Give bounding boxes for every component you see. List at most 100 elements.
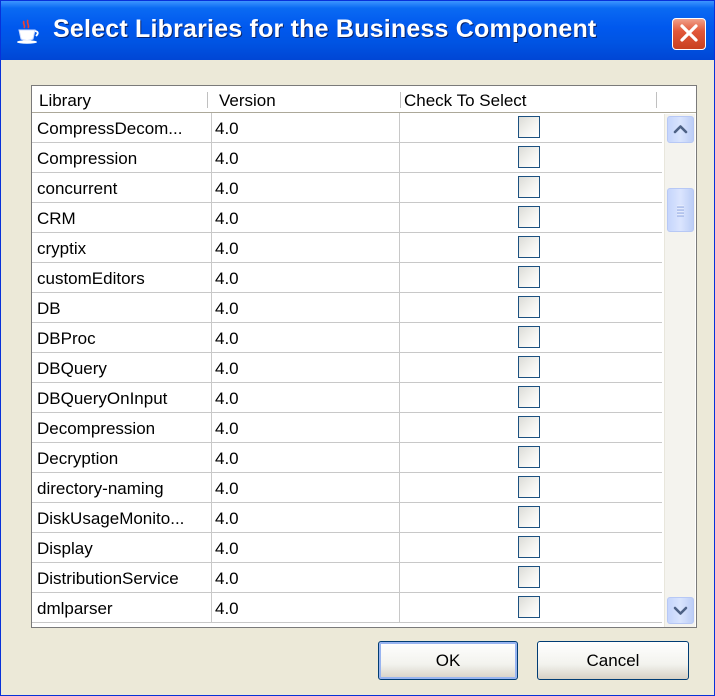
- version-cell[interactable]: 4.0: [212, 173, 400, 203]
- select-checkbox[interactable]: [518, 206, 540, 228]
- table-row[interactable]: Decryption 4.0: [32, 443, 662, 473]
- table-row[interactable]: DB 4.0: [32, 293, 662, 323]
- scroll-up-button[interactable]: [667, 116, 694, 143]
- select-checkbox[interactable]: [518, 356, 540, 378]
- select-checkbox[interactable]: [518, 146, 540, 168]
- table-row[interactable]: DiskUsageMonito... 4.0: [32, 503, 662, 533]
- check-cell[interactable]: [400, 533, 662, 563]
- version-cell[interactable]: 4.0: [212, 503, 400, 533]
- library-cell[interactable]: DistributionService: [32, 563, 212, 593]
- table-header: Library Version Check To Select: [32, 86, 696, 113]
- library-cell[interactable]: CRM: [32, 203, 212, 233]
- column-divider[interactable]: [207, 92, 208, 108]
- check-cell[interactable]: [400, 413, 662, 443]
- select-checkbox[interactable]: [518, 176, 540, 198]
- table-row[interactable]: concurrent 4.0: [32, 173, 662, 203]
- select-checkbox[interactable]: [518, 566, 540, 588]
- version-cell[interactable]: 4.0: [212, 413, 400, 443]
- select-checkbox[interactable]: [518, 326, 540, 348]
- select-checkbox[interactable]: [518, 236, 540, 258]
- check-cell[interactable]: [400, 473, 662, 503]
- table-row[interactable]: DBProc 4.0: [32, 323, 662, 353]
- version-cell[interactable]: 4.0: [212, 593, 400, 623]
- check-cell[interactable]: [400, 383, 662, 413]
- check-cell[interactable]: [400, 173, 662, 203]
- library-cell[interactable]: customEditors: [32, 263, 212, 293]
- version-cell[interactable]: 4.0: [212, 563, 400, 593]
- table-row[interactable]: Display 4.0: [32, 533, 662, 563]
- library-cell[interactable]: directory-naming: [32, 473, 212, 503]
- library-cell[interactable]: cryptix: [32, 233, 212, 263]
- cancel-button[interactable]: Cancel: [537, 641, 689, 680]
- table-row[interactable]: CRM 4.0: [32, 203, 662, 233]
- library-cell[interactable]: DiskUsageMonito...: [32, 503, 212, 533]
- version-cell[interactable]: 4.0: [212, 323, 400, 353]
- library-cell[interactable]: Compression: [32, 143, 212, 173]
- select-checkbox[interactable]: [518, 596, 540, 618]
- version-cell[interactable]: 4.0: [212, 353, 400, 383]
- version-cell[interactable]: 4.0: [212, 293, 400, 323]
- version-cell[interactable]: 4.0: [212, 383, 400, 413]
- select-checkbox[interactable]: [518, 476, 540, 498]
- close-button[interactable]: [672, 18, 706, 50]
- version-cell[interactable]: 4.0: [212, 533, 400, 563]
- check-cell[interactable]: [400, 503, 662, 533]
- table-row[interactable]: Compression 4.0: [32, 143, 662, 173]
- table-row[interactable]: CompressDecom... 4.0: [32, 113, 662, 143]
- title-bar[interactable]: Select Libraries for the Business Compon…: [1, 1, 714, 60]
- library-cell[interactable]: DBProc: [32, 323, 212, 353]
- select-checkbox[interactable]: [518, 446, 540, 468]
- check-cell[interactable]: [400, 443, 662, 473]
- select-checkbox[interactable]: [518, 296, 540, 318]
- check-cell[interactable]: [400, 113, 662, 143]
- column-header-library[interactable]: Library: [32, 86, 207, 112]
- column-divider[interactable]: [656, 92, 657, 108]
- check-cell[interactable]: [400, 323, 662, 353]
- version-cell[interactable]: 4.0: [212, 203, 400, 233]
- select-checkbox[interactable]: [518, 416, 540, 438]
- table-row[interactable]: directory-naming 4.0: [32, 473, 662, 503]
- library-cell[interactable]: Decompression: [32, 413, 212, 443]
- check-cell[interactable]: [400, 263, 662, 293]
- version-cell[interactable]: 4.0: [212, 143, 400, 173]
- library-cell[interactable]: Decryption: [32, 443, 212, 473]
- ok-button[interactable]: OK: [378, 641, 518, 680]
- scroll-down-button[interactable]: [667, 597, 694, 624]
- libraries-table: Library Version Check To Select Compress…: [31, 85, 697, 628]
- library-cell[interactable]: DB: [32, 293, 212, 323]
- check-cell[interactable]: [400, 293, 662, 323]
- select-checkbox[interactable]: [518, 506, 540, 528]
- column-header-check[interactable]: Check To Select: [400, 86, 656, 112]
- library-cell[interactable]: concurrent: [32, 173, 212, 203]
- select-checkbox[interactable]: [518, 386, 540, 408]
- table-row[interactable]: cryptix 4.0: [32, 233, 662, 263]
- scroll-thumb[interactable]: [667, 188, 694, 232]
- check-cell[interactable]: [400, 203, 662, 233]
- select-checkbox[interactable]: [518, 536, 540, 558]
- table-row[interactable]: DBQuery 4.0: [32, 353, 662, 383]
- version-cell[interactable]: 4.0: [212, 473, 400, 503]
- table-row[interactable]: Decompression 4.0: [32, 413, 662, 443]
- table-row[interactable]: DistributionService 4.0: [32, 563, 662, 593]
- version-cell[interactable]: 4.0: [212, 263, 400, 293]
- version-cell[interactable]: 4.0: [212, 233, 400, 263]
- column-header-version[interactable]: Version: [212, 86, 400, 112]
- library-cell[interactable]: Display: [32, 533, 212, 563]
- table-row[interactable]: dmlparser 4.0: [32, 593, 662, 623]
- select-checkbox[interactable]: [518, 266, 540, 288]
- library-cell[interactable]: dmlparser: [32, 593, 212, 623]
- select-checkbox[interactable]: [518, 116, 540, 138]
- version-cell[interactable]: 4.0: [212, 113, 400, 143]
- table-row[interactable]: DBQueryOnInput 4.0: [32, 383, 662, 413]
- check-cell[interactable]: [400, 593, 662, 623]
- check-cell[interactable]: [400, 233, 662, 263]
- check-cell[interactable]: [400, 563, 662, 593]
- library-cell[interactable]: DBQueryOnInput: [32, 383, 212, 413]
- table-row[interactable]: customEditors 4.0: [32, 263, 662, 293]
- version-cell[interactable]: 4.0: [212, 443, 400, 473]
- library-cell[interactable]: CompressDecom...: [32, 113, 212, 143]
- library-cell[interactable]: DBQuery: [32, 353, 212, 383]
- check-cell[interactable]: [400, 143, 662, 173]
- vertical-scrollbar[interactable]: [664, 114, 695, 627]
- check-cell[interactable]: [400, 353, 662, 383]
